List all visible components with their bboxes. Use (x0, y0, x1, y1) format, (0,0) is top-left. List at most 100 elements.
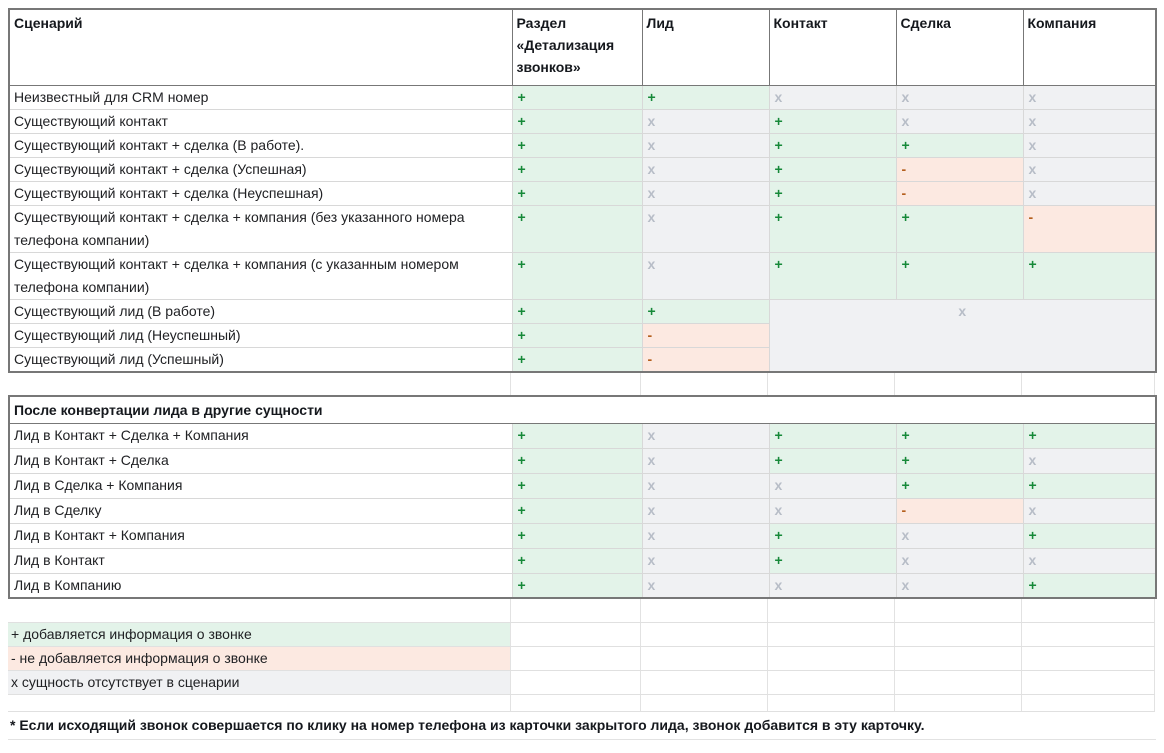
table-row: Существующий контакт + сделка + компания… (9, 205, 1156, 252)
plus-cell: + (769, 181, 896, 205)
empty-cell (1022, 599, 1155, 622)
empty-cell (768, 695, 895, 711)
empty-cell (768, 373, 895, 395)
column-header-call-details: Раздел «Детализация звонков» (512, 9, 642, 85)
plus-cell: + (896, 448, 1023, 473)
column-header-contact: Контакт (769, 9, 896, 85)
absent-cell: x (896, 85, 1023, 109)
empty-cell (511, 671, 641, 694)
merged-absent-cell: x (769, 299, 1156, 372)
scenario-cell: Лид в Сделка + Компания (9, 473, 512, 498)
section-header-row: После конвертации лида в другие сущности (9, 396, 1156, 424)
scenario-cell: Существующий контакт (9, 109, 512, 133)
plus-cell: + (512, 85, 642, 109)
plus-cell: + (896, 205, 1023, 252)
column-header-deal: Сделка (896, 9, 1023, 85)
plus-cell: + (512, 347, 642, 372)
scenario-cell: Существующий лид (В работе) (9, 299, 512, 323)
empty-cell (895, 695, 1022, 711)
scenario-cell: Существующий контакт + сделка + компания… (9, 252, 512, 299)
empty-cell (8, 373, 511, 395)
absent-cell: x (1023, 548, 1156, 573)
legend-item: - не добавляется информация о звонке (8, 647, 511, 670)
plus-cell: + (512, 109, 642, 133)
plus-cell: + (1023, 473, 1156, 498)
plus-cell: + (512, 252, 642, 299)
table-row: Существующий контакт + сделка (Неуспешна… (9, 181, 1156, 205)
absent-cell: x (769, 473, 896, 498)
absent-cell: x (642, 252, 769, 299)
plus-cell: + (1023, 252, 1156, 299)
absent-cell: x (896, 523, 1023, 548)
empty-cell (1022, 647, 1155, 670)
empty-cell (641, 647, 768, 670)
plus-cell: + (512, 498, 642, 523)
empty-cell (511, 695, 641, 711)
legend-item: + добавляется информация о звонке (8, 623, 511, 646)
column-header-company: Компания (1023, 9, 1156, 85)
empty-cell (1022, 671, 1155, 694)
empty-cell (641, 599, 768, 622)
plus-cell: + (896, 133, 1023, 157)
conversion-table: После конвертации лида в другие сущности… (8, 395, 1157, 600)
absent-cell: x (769, 498, 896, 523)
empty-cell (1022, 623, 1155, 646)
spreadsheet: Сценарий Раздел «Детализация звонков» Ли… (0, 0, 1164, 740)
absent-cell: x (1023, 181, 1156, 205)
empty-cell (8, 599, 511, 622)
absent-cell: x (896, 573, 1023, 598)
plus-cell: + (769, 448, 896, 473)
table-row: Лид в Компанию+xxx+ (9, 573, 1156, 598)
plus-cell: + (512, 205, 642, 252)
empty-cell (1022, 695, 1155, 711)
plus-cell: + (896, 423, 1023, 448)
empty-cell (895, 623, 1022, 646)
plus-cell: + (512, 423, 642, 448)
plus-cell: + (512, 473, 642, 498)
empty-cell (1022, 373, 1155, 395)
scenario-cell: Лид в Контакт + Компания (9, 523, 512, 548)
plus-cell: + (512, 573, 642, 598)
empty-cell (511, 623, 641, 646)
absent-cell: x (1023, 85, 1156, 109)
grid-row: х сущность отсутствует в сценарии (8, 671, 1155, 695)
plus-cell: + (1023, 523, 1156, 548)
empty-cell (511, 599, 641, 622)
absent-cell: x (896, 109, 1023, 133)
empty-cell (895, 373, 1022, 395)
table-row: Лид в Контакт + Сделка + Компания+x+++ (9, 423, 1156, 448)
table-row: Лид в Контакт + Сделка+x++x (9, 448, 1156, 473)
scenario-cell: Неизвестный для CRM номер (9, 85, 512, 109)
empty-cell (641, 695, 768, 711)
absent-cell: x (769, 573, 896, 598)
absent-cell: x (642, 181, 769, 205)
absent-cell: x (1023, 133, 1156, 157)
empty-cell (768, 623, 895, 646)
absent-cell: x (642, 523, 769, 548)
absent-cell: x (642, 423, 769, 448)
absent-cell: x (1023, 157, 1156, 181)
absent-cell: x (1023, 498, 1156, 523)
plus-cell: + (512, 523, 642, 548)
scenario-cell: Существующий контакт + сделка + компания… (9, 205, 512, 252)
absent-cell: x (1023, 109, 1156, 133)
scenario-cell: Лид в Контакт (9, 548, 512, 573)
footnote: * Если исходящий звонок совершается по к… (8, 712, 1156, 740)
plus-cell: + (896, 473, 1023, 498)
plus-cell: + (769, 133, 896, 157)
minus-cell: - (896, 498, 1023, 523)
absent-cell: x (642, 573, 769, 598)
table-row: Существующий контакт + сделка (В работе)… (9, 133, 1156, 157)
empty-cell (511, 373, 641, 395)
minus-cell: - (896, 157, 1023, 181)
header-row: Сценарий Раздел «Детализация звонков» Ли… (9, 9, 1156, 85)
plus-cell: + (512, 181, 642, 205)
minus-cell: - (642, 323, 769, 347)
empty-cell (768, 671, 895, 694)
minus-cell: - (896, 181, 1023, 205)
table-row: Существующий контакт+x+xx (9, 109, 1156, 133)
plus-cell: + (512, 157, 642, 181)
scenario-cell: Лид в Контакт + Сделка (9, 448, 512, 473)
grid-row (8, 695, 1155, 712)
column-header-scenario: Сценарий (9, 9, 512, 85)
